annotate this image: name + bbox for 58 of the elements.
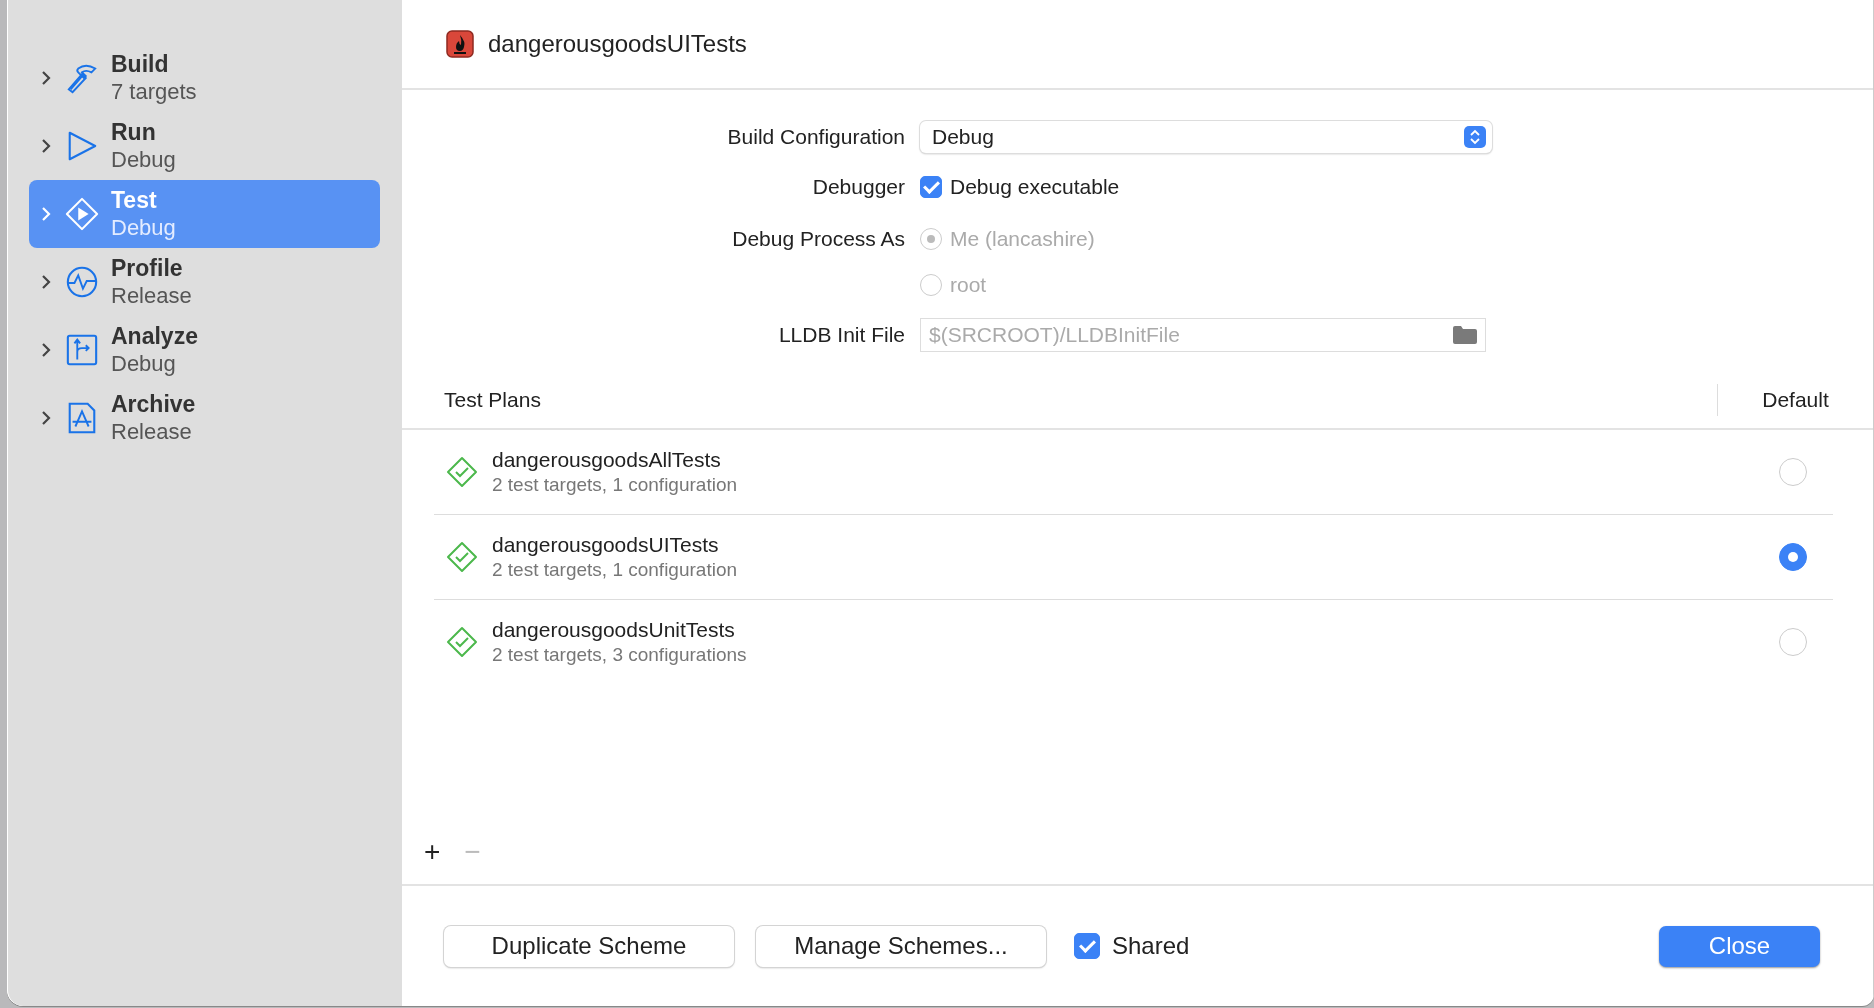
test-plan-detail: 2 test targets, 3 configurations xyxy=(492,644,748,666)
action-subtitle: Debug xyxy=(111,214,176,241)
close-button[interactable]: Close xyxy=(1659,925,1820,967)
branch-icon xyxy=(65,333,99,367)
checkbox-label: Shared xyxy=(1112,932,1190,960)
scheme-action-item[interactable]: Build 7 targets xyxy=(29,44,380,112)
checkbox[interactable] xyxy=(1074,933,1100,959)
configuration-popup[interactable]: Debug xyxy=(920,121,1492,153)
scheme-title: dangerousgoodsUITests xyxy=(488,30,747,58)
test-plan-icon xyxy=(446,456,478,488)
file-path-field[interactable]: $(SRCROOT)/LLDBInitFile xyxy=(920,318,1486,352)
field-label: Build Configuration xyxy=(726,125,905,149)
checkbox[interactable] xyxy=(920,176,942,198)
chevron-icon[interactable] xyxy=(39,137,53,155)
test-plan-icon xyxy=(446,626,478,658)
column-header: Test Plans xyxy=(443,388,542,412)
test-plan-detail: 2 test targets, 1 configuration xyxy=(492,474,739,496)
checkbox-label: Debug executable xyxy=(950,175,1120,199)
action-title: Test xyxy=(111,187,158,214)
default-radio[interactable] xyxy=(1779,458,1807,486)
chevron-icon[interactable] xyxy=(39,341,53,359)
scheme-action-item[interactable]: Run Debug xyxy=(29,112,380,180)
test-plan-icon xyxy=(446,541,478,573)
flame-icon xyxy=(446,30,474,58)
scheme-action-item[interactable]: Analyze Debug xyxy=(29,316,380,384)
test-plan-name: dangerousgoodsUnitTests xyxy=(492,618,736,642)
default-radio[interactable] xyxy=(1779,543,1807,571)
test-plan-detail: 2 test targets, 1 configuration xyxy=(492,559,739,581)
action-subtitle: Debug xyxy=(111,146,176,173)
chevron-icon[interactable] xyxy=(39,273,53,291)
action-subtitle: Release xyxy=(111,418,193,445)
diamond-play-icon xyxy=(65,197,99,231)
action-title: Analyze xyxy=(111,323,198,350)
chevron-icon[interactable] xyxy=(39,205,53,223)
action-subtitle: 7 targets xyxy=(111,78,197,105)
scheme-action-item[interactable]: Profile Release xyxy=(29,248,380,316)
chevron-icon[interactable] xyxy=(39,69,53,87)
action-title: Run xyxy=(111,119,157,146)
action-subtitle: Debug xyxy=(111,350,177,377)
default-radio[interactable] xyxy=(1779,628,1807,656)
add-button[interactable]: + xyxy=(424,836,441,868)
action-title: Build xyxy=(111,51,170,78)
stepper-icon xyxy=(1469,129,1481,145)
test-plan-name: dangerousgoodsUITests xyxy=(492,533,720,557)
field-label: Debug Process As xyxy=(731,227,905,251)
scheme-action-item[interactable]: Archive Release xyxy=(29,384,380,452)
action-subtitle: Release xyxy=(111,282,192,309)
column-header: Default xyxy=(1717,384,1873,416)
action-title: Profile xyxy=(111,255,184,282)
duplicate-button[interactable]: Duplicate Scheme xyxy=(444,925,734,967)
folder-icon[interactable] xyxy=(1452,325,1478,345)
field-label: LLDB Init File xyxy=(777,323,905,347)
chevron-icon[interactable] xyxy=(39,409,53,427)
field-label: Debugger xyxy=(811,175,905,199)
action-title: Archive xyxy=(111,391,196,418)
test-plan-name: dangerousgoodsAllTests xyxy=(492,448,722,472)
manage-button[interactable]: Manage Schemes... xyxy=(756,925,1046,967)
pulse-icon xyxy=(65,265,99,299)
